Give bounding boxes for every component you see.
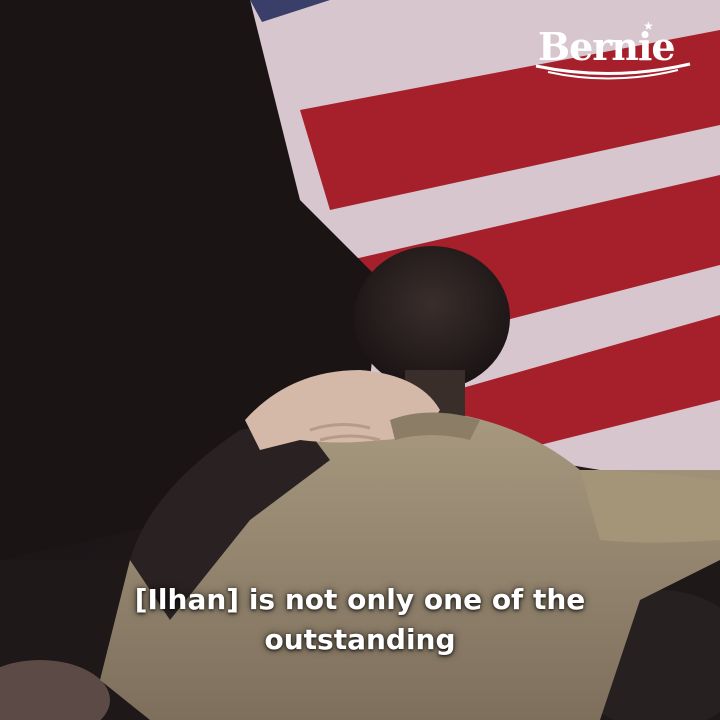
swoosh-icon [535,62,691,80]
bernie-logo: ★ Bernie [528,20,696,80]
caption-line-1: [Ilhan] is not only one of the [134,583,586,616]
caption-line-2: outstanding [264,623,456,656]
video-frame: ★ Bernie [Ilhan] is not only one of the … [0,0,720,720]
subtitle-caption: [Ilhan] is not only one of the outstandi… [80,580,640,660]
person-right-arm [580,470,720,543]
person-head [354,246,510,390]
